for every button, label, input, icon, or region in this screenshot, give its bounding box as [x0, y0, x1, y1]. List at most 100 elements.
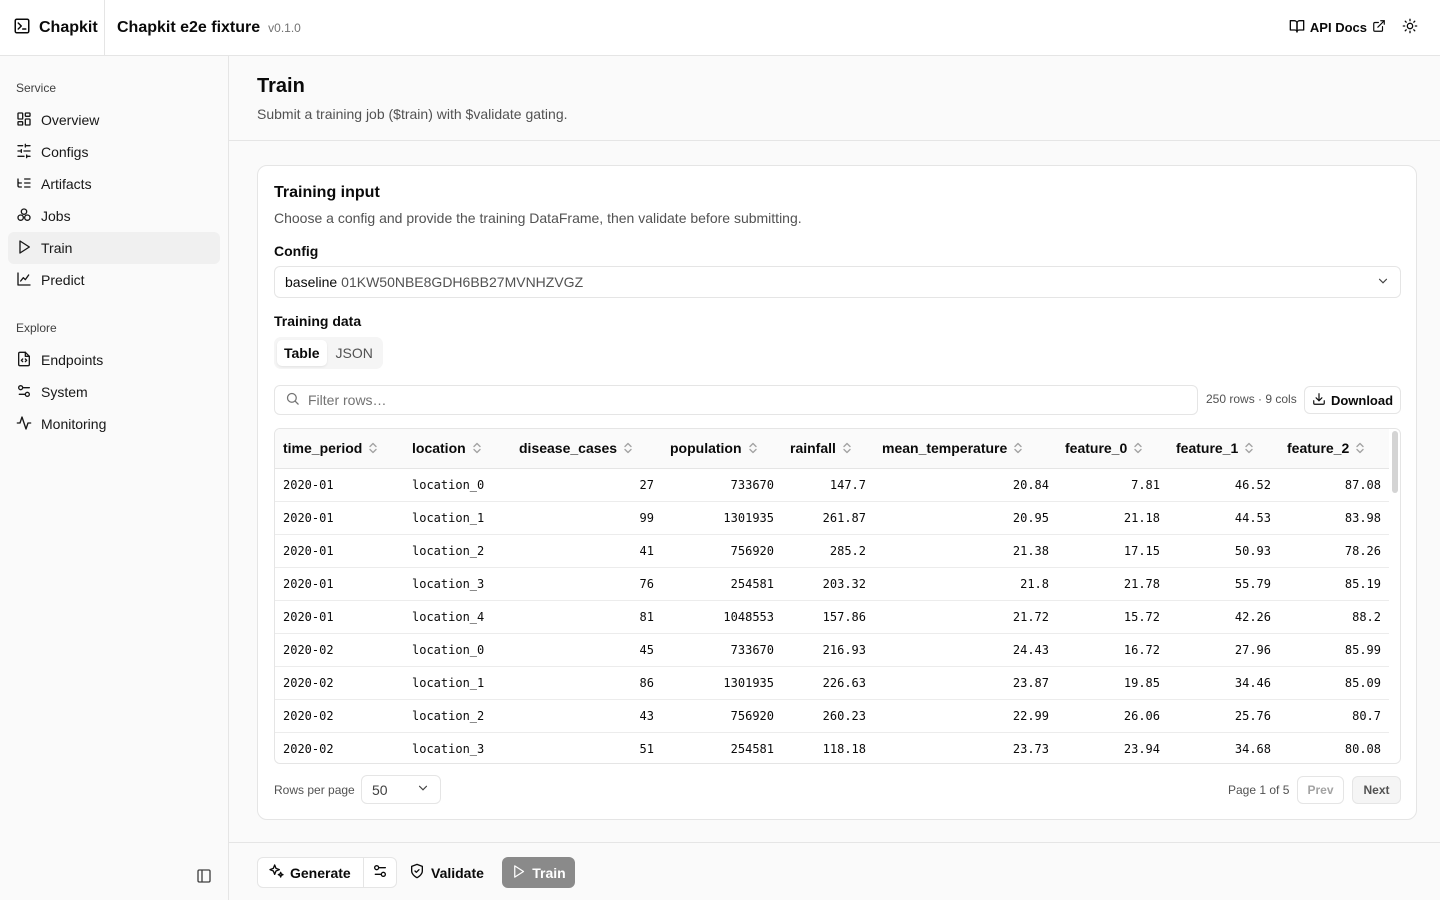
prev-page-button[interactable]: Prev: [1297, 776, 1344, 804]
table-cell: 20.84: [874, 468, 1057, 502]
config-label: Config: [274, 243, 319, 259]
tab-table[interactable]: Table: [277, 340, 327, 366]
table-cell: location_1: [404, 501, 511, 535]
table-cell: 19.85: [1057, 666, 1168, 700]
config-select[interactable]: baseline 01KW50NBE8GDH6BB27MVNHZVGZ: [274, 266, 1401, 298]
column-header-label: rainfall: [790, 439, 836, 456]
table-cell: 45: [511, 633, 662, 667]
table-cell: 226.63: [782, 666, 874, 700]
table-cell: 80.08: [1279, 732, 1389, 763]
table-cell: location_0: [404, 468, 511, 502]
page-title: Train: [257, 75, 305, 97]
table-cell: 34.68: [1168, 732, 1279, 763]
table-cell: 1301935: [662, 501, 782, 535]
column-header-rainfall[interactable]: rainfall: [782, 429, 874, 469]
line-chart-icon: [16, 271, 32, 290]
card-description: Choose a config and provide the training…: [274, 210, 802, 226]
data-table: time_period location disease_cases populati…: [275, 429, 1389, 763]
table-cell: 7.81: [1057, 468, 1168, 502]
sidebar-item-train[interactable]: Train: [8, 232, 220, 264]
panel-left-icon: [196, 869, 212, 887]
train-label: Train: [532, 864, 566, 881]
sidebar-item-label: Overview: [41, 112, 100, 128]
generate-button[interactable]: Generate: [258, 858, 364, 887]
sidebar: Service Overview Configs Artifacts Jobs …: [0, 56, 229, 900]
table-cell: location_0: [404, 633, 511, 667]
table-cell: 23.87: [874, 666, 1057, 700]
table-cell: 21.38: [874, 534, 1057, 568]
table-row: 2020-01 location_0 27 733670 147.7 20.84 7.81 4…: [275, 468, 1389, 502]
config-name: baseline: [285, 274, 338, 290]
download-button[interactable]: Download: [1304, 386, 1401, 414]
table-cell: 733670: [662, 633, 782, 667]
external-link-icon: [1372, 19, 1386, 36]
api-docs-link[interactable]: API Docs: [1289, 18, 1386, 37]
table-cell: 85.19: [1279, 567, 1389, 601]
sidebar-item-system[interactable]: System: [8, 376, 220, 408]
sidebar-item-label: System: [41, 384, 88, 400]
sidebar-toggle-button[interactable]: [196, 868, 216, 888]
column-header-population[interactable]: population: [662, 429, 782, 469]
column-header-mean-temperature[interactable]: mean_temperature: [874, 429, 1057, 469]
download-icon: [1312, 392, 1326, 409]
play-icon: [16, 239, 32, 258]
page-subtitle: Submit a training job ($train) with $val…: [257, 106, 568, 122]
theme-toggle-button[interactable]: [1398, 16, 1422, 40]
column-header-disease-cases[interactable]: disease_cases: [511, 429, 662, 469]
sidebar-item-label: Monitoring: [41, 416, 107, 432]
sidebar-item-predict[interactable]: Predict: [8, 264, 220, 296]
table-row: 2020-02 location_1 86 1301935 226.63 23.87 19.…: [275, 666, 1389, 700]
brand-name: Chapkit: [39, 18, 98, 36]
table-cell: 2020-01: [275, 468, 404, 502]
table-cell: 50.93: [1168, 534, 1279, 568]
sort-icon: [1013, 441, 1023, 457]
column-header-location[interactable]: location: [404, 429, 511, 469]
book-icon: [1289, 18, 1305, 37]
column-header-feature-2[interactable]: feature_2: [1279, 429, 1389, 469]
validate-button[interactable]: Validate: [401, 857, 492, 888]
list-tree-icon: [16, 175, 32, 194]
training-input-card: Training input Choose a config and provi…: [257, 165, 1417, 820]
settings-2-icon: [16, 383, 32, 402]
card-title: Training input: [274, 184, 380, 201]
rows-per-page-label: Rows per page: [274, 783, 355, 797]
rows-per-page-select[interactable]: 50: [361, 775, 441, 804]
sidebar-item-overview[interactable]: Overview: [8, 104, 220, 136]
file-code-icon: [16, 351, 32, 370]
table-cell: 22.99: [874, 699, 1057, 733]
sidebar-item-label: Endpoints: [41, 352, 104, 368]
sidebar-item-jobs[interactable]: Jobs: [8, 200, 220, 232]
column-header-feature-0[interactable]: feature_0: [1057, 429, 1168, 469]
table-cell: 157.86: [782, 600, 874, 634]
table-cell: 46.52: [1168, 468, 1279, 502]
sidebar-item-monitoring[interactable]: Monitoring: [8, 408, 220, 440]
column-header-feature-1[interactable]: feature_1: [1168, 429, 1279, 469]
train-button[interactable]: Train: [502, 857, 575, 888]
generate-options-button[interactable]: [364, 858, 396, 887]
filter-rows-field[interactable]: [274, 385, 1198, 415]
page-info: Page 1 of 5: [1228, 783, 1290, 797]
table-cell: 83.98: [1279, 501, 1389, 535]
tab-json[interactable]: JSON: [329, 340, 380, 366]
table-cell: 260.23: [782, 699, 874, 733]
brand[interactable]: Chapkit: [0, 0, 105, 56]
next-page-button[interactable]: Next: [1352, 776, 1401, 804]
sidebar-item-endpoints[interactable]: Endpoints: [8, 344, 220, 376]
filter-rows-input[interactable]: [308, 392, 1168, 408]
column-header-time-period[interactable]: time_period: [275, 429, 404, 469]
column-header-label: mean_temperature: [882, 439, 1008, 456]
activity-icon: [16, 415, 32, 434]
table-cell: 42.26: [1168, 600, 1279, 634]
sidebar-item-artifacts[interactable]: Artifacts: [8, 168, 220, 200]
table-cell: 51: [511, 732, 662, 763]
table-cell: 85.99: [1279, 633, 1389, 667]
table-cell: 147.7: [782, 468, 874, 502]
sidebar-item-configs[interactable]: Configs: [8, 136, 220, 168]
training-data-label: Training data: [274, 313, 362, 329]
table-cell: 216.93: [782, 633, 874, 667]
nav-group-service: Service: [16, 81, 57, 95]
sort-icon: [842, 441, 852, 457]
service-version: v0.1.0: [268, 20, 301, 35]
table-cell: 2020-02: [275, 699, 404, 733]
table-scrollbar[interactable]: [1392, 431, 1398, 493]
